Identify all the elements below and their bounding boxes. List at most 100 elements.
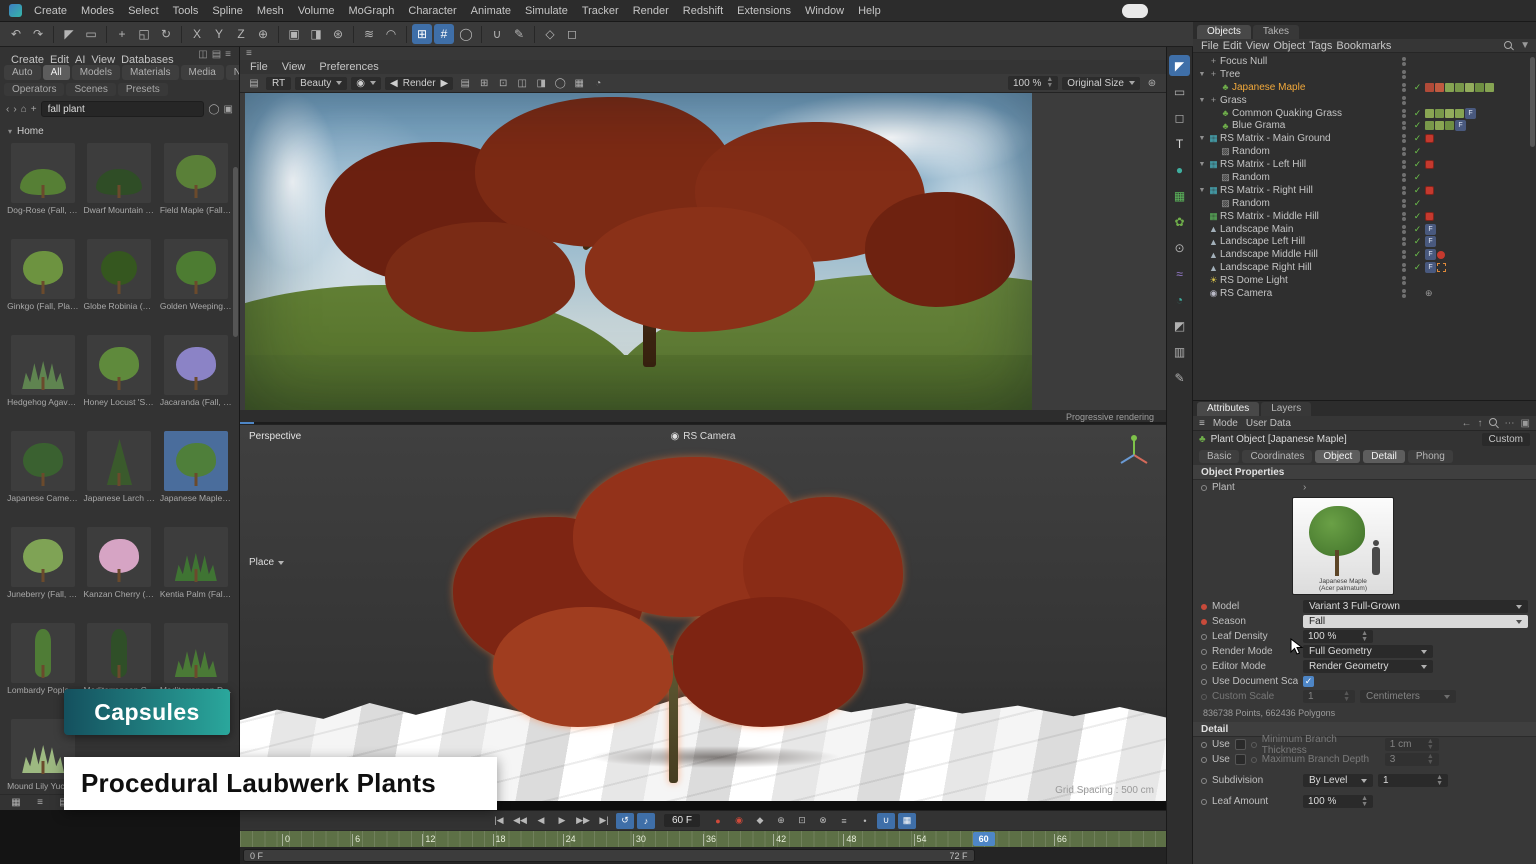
asset-item-dwarf-mountain-pine-fall-plant[interactable]: Dwarf Mountain Pine (Fall, Plant) xyxy=(82,143,156,235)
timeline-snap-icon[interactable]: ▦ xyxy=(898,813,916,829)
compare-ab-icon[interactable]: ◨ xyxy=(533,76,549,91)
record-pla-icon[interactable]: • xyxy=(856,813,874,829)
snapshot-icon[interactable]: ◫ xyxy=(514,76,530,91)
material-swatch[interactable] xyxy=(1445,109,1454,118)
asset-item-japanese-camellia-fall-plant[interactable]: Japanese Camellia (Fall, Plant) xyxy=(6,431,80,523)
lock-z-axis-icon[interactable]: Z xyxy=(231,24,251,44)
view-label[interactable]: Perspective xyxy=(249,431,301,442)
lock-y-axis-icon[interactable]: Y xyxy=(209,24,229,44)
current-frame-field[interactable]: 60 F xyxy=(664,814,700,827)
render-settings-icon[interactable]: ⊛ xyxy=(328,24,348,44)
attr-tab-phong[interactable]: Phong xyxy=(1408,450,1453,463)
phong-tag[interactable]: F xyxy=(1425,224,1436,235)
asset-scrollbar[interactable] xyxy=(233,167,238,337)
visibility-dots[interactable] xyxy=(1398,263,1410,272)
save-image-icon[interactable]: ▤ xyxy=(457,76,473,91)
menu-help[interactable]: Help xyxy=(851,0,888,22)
object-row-landscape-right-hill[interactable]: ▲Landscape Right Hill✓F xyxy=(1193,261,1536,274)
menu-volume[interactable]: Volume xyxy=(291,0,342,22)
spline-tool-icon[interactable]: ≈ xyxy=(1169,263,1190,284)
season-dropdown[interactable]: Fall xyxy=(1303,615,1528,628)
goto-start-icon[interactable]: |◀ xyxy=(490,813,508,829)
live-selection-icon[interactable]: ◤ xyxy=(59,24,79,44)
plant-preview-thumbnail[interactable]: Japanese Maple (Acer palmatum) xyxy=(1292,497,1394,595)
rotate-tool-icon[interactable]: ↻ xyxy=(156,24,176,44)
enable-check[interactable]: ✓ xyxy=(1411,120,1424,131)
scale-tool-icon[interactable]: ◱ xyxy=(134,24,154,44)
sphere-tool-icon[interactable]: ● xyxy=(1169,159,1190,180)
settings-gear-icon[interactable]: ⊛ xyxy=(1144,76,1160,91)
object-manager-scrollbar[interactable] xyxy=(1530,57,1535,147)
visibility-dots[interactable] xyxy=(1398,212,1410,221)
filter-tab-all[interactable]: All xyxy=(43,65,70,80)
visibility-dots[interactable] xyxy=(1398,250,1410,259)
visibility-dots[interactable] xyxy=(1398,70,1410,79)
history-icon[interactable]: ◔ xyxy=(590,76,606,91)
object-row-japanese-maple[interactable]: ♣Japanese Maple✓ xyxy=(1193,81,1536,94)
user-data-menu[interactable]: User Data xyxy=(1246,418,1291,429)
visibility-dots[interactable] xyxy=(1398,121,1410,130)
rectangle-selection-icon[interactable]: ▭ xyxy=(81,24,101,44)
leaf-density-field[interactable]: 100 %▲▼ xyxy=(1303,630,1373,643)
menu-animate[interactable]: Animate xyxy=(464,0,518,22)
render-mode-dropdown[interactable]: Full Geometry xyxy=(1303,645,1433,658)
material-swatch[interactable] xyxy=(1455,83,1464,92)
phong-tag[interactable]: F xyxy=(1425,262,1436,273)
enable-check[interactable]: ✓ xyxy=(1411,262,1424,273)
enable-check[interactable]: ✓ xyxy=(1411,236,1424,247)
object-row-rs-matrix-left-hill[interactable]: ▼▦RS Matrix - Left Hill✓ xyxy=(1193,158,1536,171)
record-scale-icon[interactable]: ⊡ xyxy=(793,813,811,829)
channels-icon[interactable]: ▦ xyxy=(571,76,587,91)
keyframe-dot[interactable] xyxy=(1201,604,1207,610)
lock-icon[interactable]: ▣ xyxy=(224,104,233,115)
material-swatch[interactable] xyxy=(1435,83,1444,92)
visibility-dots[interactable] xyxy=(1398,289,1410,298)
range-end-handle[interactable]: 72 F xyxy=(950,851,968,861)
visibility-dots[interactable] xyxy=(1398,199,1410,208)
custom-button[interactable]: Custom xyxy=(1482,433,1530,446)
object-row-random[interactable]: ▨Random✓ xyxy=(1193,145,1536,158)
lock-icon[interactable]: ▣ xyxy=(1521,418,1530,429)
section-collapse-icon[interactable]: ▾ xyxy=(8,127,12,136)
keyframe-dot[interactable] xyxy=(1201,799,1207,805)
redshift-material-tag[interactable] xyxy=(1425,186,1434,195)
keyframe-dot[interactable] xyxy=(1201,649,1207,655)
play-loop-icon[interactable]: ↺ xyxy=(616,813,634,829)
keyframe-selection-icon[interactable]: ◆ xyxy=(751,813,769,829)
object-row-landscape-main[interactable]: ▲Landscape Main✓F xyxy=(1193,223,1536,236)
material-swatch[interactable] xyxy=(1425,83,1434,92)
enable-check[interactable]: ✓ xyxy=(1411,108,1424,119)
enable-check[interactable]: ✓ xyxy=(1411,211,1424,222)
visibility-dots[interactable] xyxy=(1398,173,1410,182)
object-row-tree[interactable]: ▼+Tree xyxy=(1193,68,1536,81)
home-icon[interactable]: ⌂ xyxy=(21,104,27,115)
sync-icon[interactable]: ◯ xyxy=(208,104,219,115)
object-menu-tags[interactable]: Tags xyxy=(1307,40,1334,52)
render-preview-image[interactable] xyxy=(245,93,1032,410)
material-swatch[interactable] xyxy=(1455,109,1464,118)
active-camera-label[interactable]: ◉ RS Camera xyxy=(671,431,736,442)
asset-item-globe-robinia-fall-plant[interactable]: Globe Robinia (Fall, Plant) xyxy=(82,239,156,331)
menu-tools[interactable]: Tools xyxy=(166,0,206,22)
crop-region-icon[interactable]: ⊡ xyxy=(495,76,511,91)
visibility-dots[interactable] xyxy=(1398,147,1410,156)
object-row-random[interactable]: ▨Random✓ xyxy=(1193,171,1536,184)
material-swatch[interactable] xyxy=(1425,121,1434,130)
keyframe-dot[interactable] xyxy=(1201,485,1207,491)
enable-check[interactable]: ✓ xyxy=(1411,172,1424,183)
enable-check[interactable]: ✓ xyxy=(1411,82,1424,93)
modeling-mode-icon[interactable]: ◇ xyxy=(540,24,560,44)
expander-icon[interactable]: ▼ xyxy=(1197,71,1207,78)
asset-item-kentia-palm-fall-plant[interactable]: Kentia Palm (Fall, Plant) xyxy=(159,527,233,619)
object-row-random[interactable]: ▨Random✓ xyxy=(1193,197,1536,210)
editor-mode-dropdown[interactable]: Render Geometry xyxy=(1303,660,1433,673)
visibility-dots[interactable] xyxy=(1398,83,1410,92)
previous-frame-icon[interactable]: ◀ xyxy=(532,813,550,829)
object-row-rs-dome-light[interactable]: ☀RS Dome Light xyxy=(1193,274,1536,287)
spinner-icon[interactable]: ▲▼ xyxy=(1046,77,1053,89)
list-view-icon[interactable]: ≡ xyxy=(32,795,48,810)
menu-render[interactable]: Render xyxy=(626,0,676,22)
coordinate-system-icon[interactable]: ⊕ xyxy=(253,24,273,44)
leaf-amount-field[interactable]: 100 %▲▼ xyxy=(1303,795,1373,808)
asset-item-dog-rose-fall-plant[interactable]: Dog-Rose (Fall, Plant) xyxy=(6,143,80,235)
